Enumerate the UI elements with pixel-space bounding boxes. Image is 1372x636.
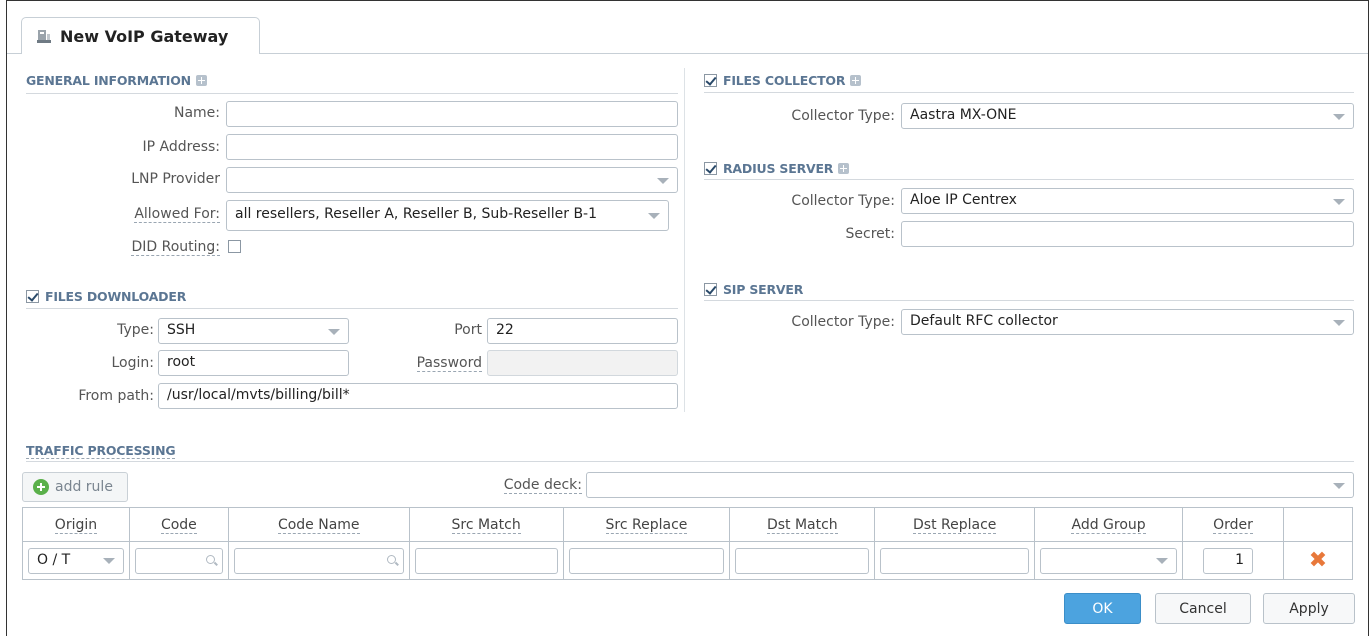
column-header-src-match[interactable]: Src Match <box>408 507 564 542</box>
collector-divider <box>704 92 1354 93</box>
dst-match-input[interactable] <box>735 547 870 574</box>
login-input[interactable]: root <box>158 350 349 376</box>
chevron-down-icon <box>1333 483 1345 489</box>
order-input[interactable]: 1 <box>1203 547 1253 574</box>
column-header-add-group[interactable]: Add Group <box>1034 507 1184 542</box>
downloader-section-title[interactable]: FILES DOWNLOADER <box>26 289 186 304</box>
sip-checkbox[interactable] <box>704 283 717 296</box>
lnp-provider-select[interactable] <box>226 167 678 193</box>
code-deck-select[interactable] <box>586 472 1354 498</box>
gateway-icon <box>36 28 52 44</box>
password-input[interactable] <box>487 350 678 376</box>
sip-divider <box>704 300 1354 301</box>
add-icon <box>33 479 49 495</box>
chevron-down-icon <box>657 178 669 184</box>
add-rule-button[interactable]: add rule <box>22 472 128 502</box>
tab-new-voip-gateway[interactable]: New VoIP Gateway <box>21 17 260 54</box>
table-row: O / T 1 ✖ <box>22 541 1354 580</box>
did-routing-label: DID Routing: <box>131 239 220 256</box>
chevron-down-icon <box>648 213 660 219</box>
expand-icon[interactable] <box>195 75 207 86</box>
allowed-for-label: Allowed For: <box>134 206 220 223</box>
secret-input[interactable] <box>901 221 1354 247</box>
expand-icon[interactable] <box>838 163 850 174</box>
from-path-label: From path: <box>78 388 154 404</box>
general-section-title[interactable]: GENERAL INFORMATION <box>26 73 207 88</box>
expand-icon[interactable] <box>850 75 862 86</box>
search-icon[interactable] <box>386 554 396 564</box>
column-header-origin[interactable]: Origin <box>22 507 130 542</box>
search-icon[interactable] <box>205 554 215 564</box>
general-divider <box>26 93 678 94</box>
column-divider <box>684 68 685 412</box>
ip-address-label: IP Address: <box>142 139 221 155</box>
ok-button[interactable]: OK <box>1064 593 1141 624</box>
allowed-for-select[interactable]: all resellers, Reseller A, Reseller B, S… <box>226 200 669 231</box>
collector-type-select[interactable]: Aastra MX-ONE <box>901 103 1354 129</box>
dst-replace-input[interactable] <box>880 547 1030 574</box>
collector-section-title[interactable]: FILES COLLECTOR <box>704 73 862 88</box>
port-label: Port <box>454 322 482 338</box>
from-path-input[interactable]: /usr/local/mvts/billing/bill* <box>158 383 678 409</box>
code-input[interactable] <box>134 547 223 574</box>
radius-checkbox[interactable] <box>704 162 717 175</box>
sip-type-label: Collector Type: <box>791 314 895 330</box>
code-name-input[interactable] <box>233 547 404 574</box>
login-label: Login: <box>111 355 155 371</box>
downloader-checkbox[interactable] <box>26 290 39 303</box>
traffic-rules-table: Origin Code Code Name Src Match Src Repl… <box>22 507 1354 580</box>
chevron-down-icon <box>1333 199 1345 205</box>
password-label: Password <box>416 355 482 372</box>
chevron-down-icon <box>328 329 340 335</box>
column-header-code[interactable]: Code <box>128 507 229 542</box>
radius-type-select[interactable]: Aloe IP Centrex <box>901 188 1354 214</box>
radius-type-label: Collector Type: <box>791 193 895 209</box>
tab-title: New VoIP Gateway <box>60 26 229 46</box>
secret-label: Secret: <box>845 226 895 242</box>
column-header-actions <box>1282 507 1354 542</box>
radius-divider <box>704 179 1354 180</box>
radius-section-title[interactable]: RADIUS SERVER <box>704 161 850 176</box>
column-header-dst-replace[interactable]: Dst Replace <box>874 507 1036 542</box>
traffic-divider <box>26 461 1354 462</box>
column-header-order[interactable]: Order <box>1182 507 1284 542</box>
sip-type-select[interactable]: Default RFC collector <box>901 309 1354 335</box>
ip-address-input[interactable] <box>226 134 678 160</box>
chevron-down-icon <box>1156 557 1169 564</box>
add-group-select[interactable] <box>1040 547 1178 574</box>
delete-icon[interactable]: ✖ <box>1289 549 1347 572</box>
downloader-divider <box>26 308 678 309</box>
column-header-dst-match[interactable]: Dst Match <box>729 507 876 542</box>
lnp-provider-label: LNP Provider <box>131 171 220 187</box>
table-header-row: Origin Code Code Name Src Match Src Repl… <box>22 507 1354 542</box>
name-label: Name: <box>173 105 220 121</box>
column-header-code-name[interactable]: Code Name <box>227 507 410 542</box>
apply-button[interactable]: Apply <box>1263 593 1355 624</box>
chevron-down-icon <box>102 557 115 564</box>
src-match-input[interactable] <box>414 547 558 574</box>
code-deck-label: Code deck: <box>503 477 582 494</box>
origin-select[interactable]: O / T <box>28 547 124 574</box>
src-replace-input[interactable] <box>568 547 725 574</box>
chevron-down-icon <box>1333 114 1345 120</box>
sip-section-title[interactable]: SIP SERVER <box>704 282 803 297</box>
did-routing-checkbox[interactable] <box>228 239 241 253</box>
type-select[interactable]: SSH <box>158 318 349 344</box>
name-input[interactable] <box>226 101 678 127</box>
chevron-down-icon <box>1333 320 1345 326</box>
cancel-button[interactable]: Cancel <box>1155 593 1251 624</box>
traffic-section-title: TRAFFIC PROCESSING <box>26 443 176 459</box>
port-input[interactable]: 22 <box>487 318 678 344</box>
collector-type-label: Collector Type: <box>791 108 895 124</box>
column-header-src-replace[interactable]: Src Replace <box>562 507 731 542</box>
type-label: Type: <box>117 322 154 338</box>
collector-checkbox[interactable] <box>704 74 717 87</box>
